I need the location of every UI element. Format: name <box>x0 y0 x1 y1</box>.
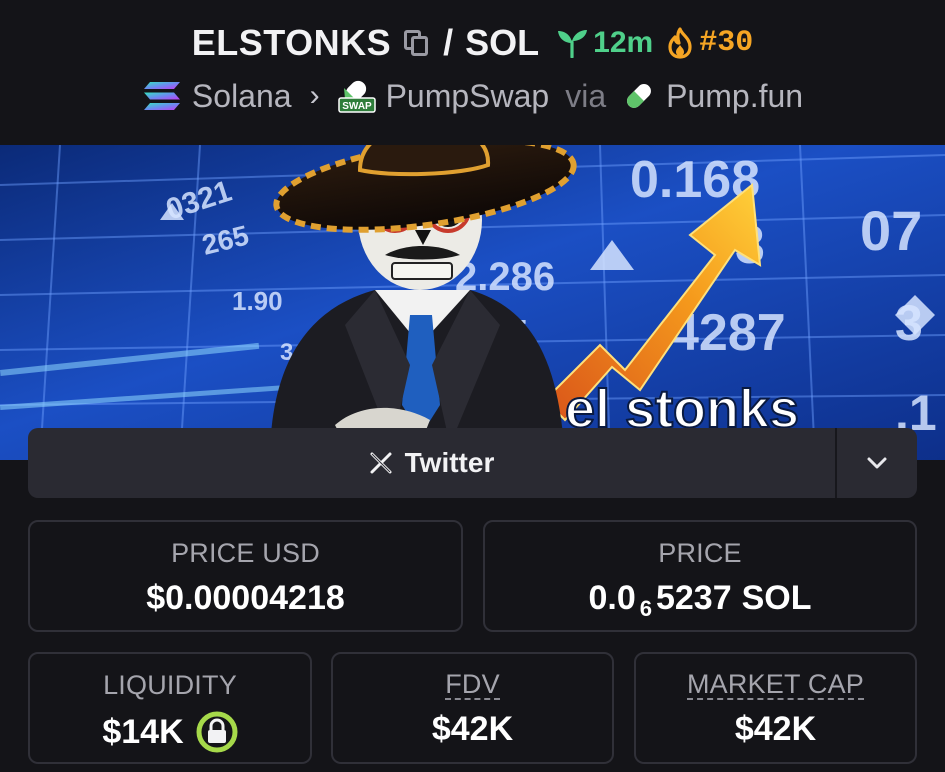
price-sol-unit: SOL <box>741 579 812 617</box>
price-sol-digits: 5237 <box>655 579 732 617</box>
fdv-label[interactable]: FDV <box>445 670 500 701</box>
ticker-value-2: 07 <box>860 199 922 262</box>
pumpswap-badge-text: SWAP <box>342 101 372 112</box>
more-links-toggle[interactable] <box>835 428 917 498</box>
price-usd-value: $0.00004218 <box>146 579 345 617</box>
sprout-icon <box>558 30 588 58</box>
market-cap-card: MARKET CAP $42K <box>634 652 917 764</box>
copy-icon[interactable] <box>403 29 429 57</box>
trending-rank[interactable]: #30 <box>665 26 753 60</box>
pair-age: 12m <box>555 26 653 60</box>
liquidity-card: LIQUIDITY $14K <box>28 652 312 764</box>
pair-separator: / <box>443 22 454 63</box>
ticker-value-10: 1.90 <box>232 286 283 316</box>
price-sol-label: PRICE <box>658 538 742 568</box>
pumpswap-icon: SWAP <box>337 80 376 113</box>
pair-quote-symbol: SOL <box>465 22 540 63</box>
market-cap-label[interactable]: MARKET CAP <box>686 670 865 701</box>
liquidity-value-row: $14K <box>102 711 238 753</box>
fdv-card: FDV $42K <box>331 652 614 764</box>
pair-base-symbol: ELSTONKS <box>191 22 392 63</box>
price-sol-value: 0.0 6 5237 SOL <box>588 579 812 621</box>
twitter-label: Twitter <box>404 447 495 478</box>
lock-icon[interactable] <box>196 711 238 753</box>
via-label: via <box>565 77 607 114</box>
dex-link[interactable]: SWAP PumpSwap <box>337 77 550 115</box>
price-usd-card: PRICE USD $0.00004218 <box>28 520 463 632</box>
market-cap-value: $42K <box>734 710 817 749</box>
pair-age-value: 12m <box>593 26 654 59</box>
twitter-button[interactable]: Twitter <box>28 428 835 498</box>
trending-rank-value: #30 <box>699 26 754 60</box>
price-usd-label: PRICE USD <box>171 538 320 568</box>
route-breadcrumb: Solana › SWAP PumpSwap via Pump.fun <box>0 72 945 120</box>
chain-link[interactable]: Solana <box>142 78 292 115</box>
chain-name: Solana <box>191 77 292 114</box>
social-links-bar: Twitter <box>28 428 917 498</box>
price-sol-prefix: 0.0 <box>588 579 636 617</box>
token-banner-image: 0.168 07 3 2.286 4287 115 3 .1 0321 1.90… <box>0 145 945 460</box>
dex-name: PumpSwap <box>385 77 550 114</box>
pill-icon <box>627 84 652 108</box>
price-sol-card: PRICE 0.0 6 5237 SOL <box>483 520 917 632</box>
pair-title-row: ELSTONKS / SOL 12m #30 <box>0 18 945 68</box>
pair-header: ELSTONKS / SOL 12m #30 Solana › SWAP Pum… <box>0 0 945 145</box>
launchpad-name: Pump.fun <box>666 77 804 114</box>
chevron-right-icon: › <box>309 79 320 112</box>
liquidity-label: LIQUIDITY <box>103 670 237 700</box>
x-icon <box>370 452 392 474</box>
flame-icon <box>668 27 692 59</box>
fdv-value: $42K <box>431 710 514 749</box>
banner-artwork: 0.168 07 3 2.286 4287 115 3 .1 0321 1.90… <box>0 145 945 460</box>
price-sol-zero-count: 6 <box>639 595 652 621</box>
chevron-down-icon <box>867 457 887 469</box>
solana-icon <box>143 82 180 110</box>
launchpad-link[interactable]: Pump.fun <box>622 78 803 115</box>
liquidity-value: $14K <box>102 712 184 751</box>
